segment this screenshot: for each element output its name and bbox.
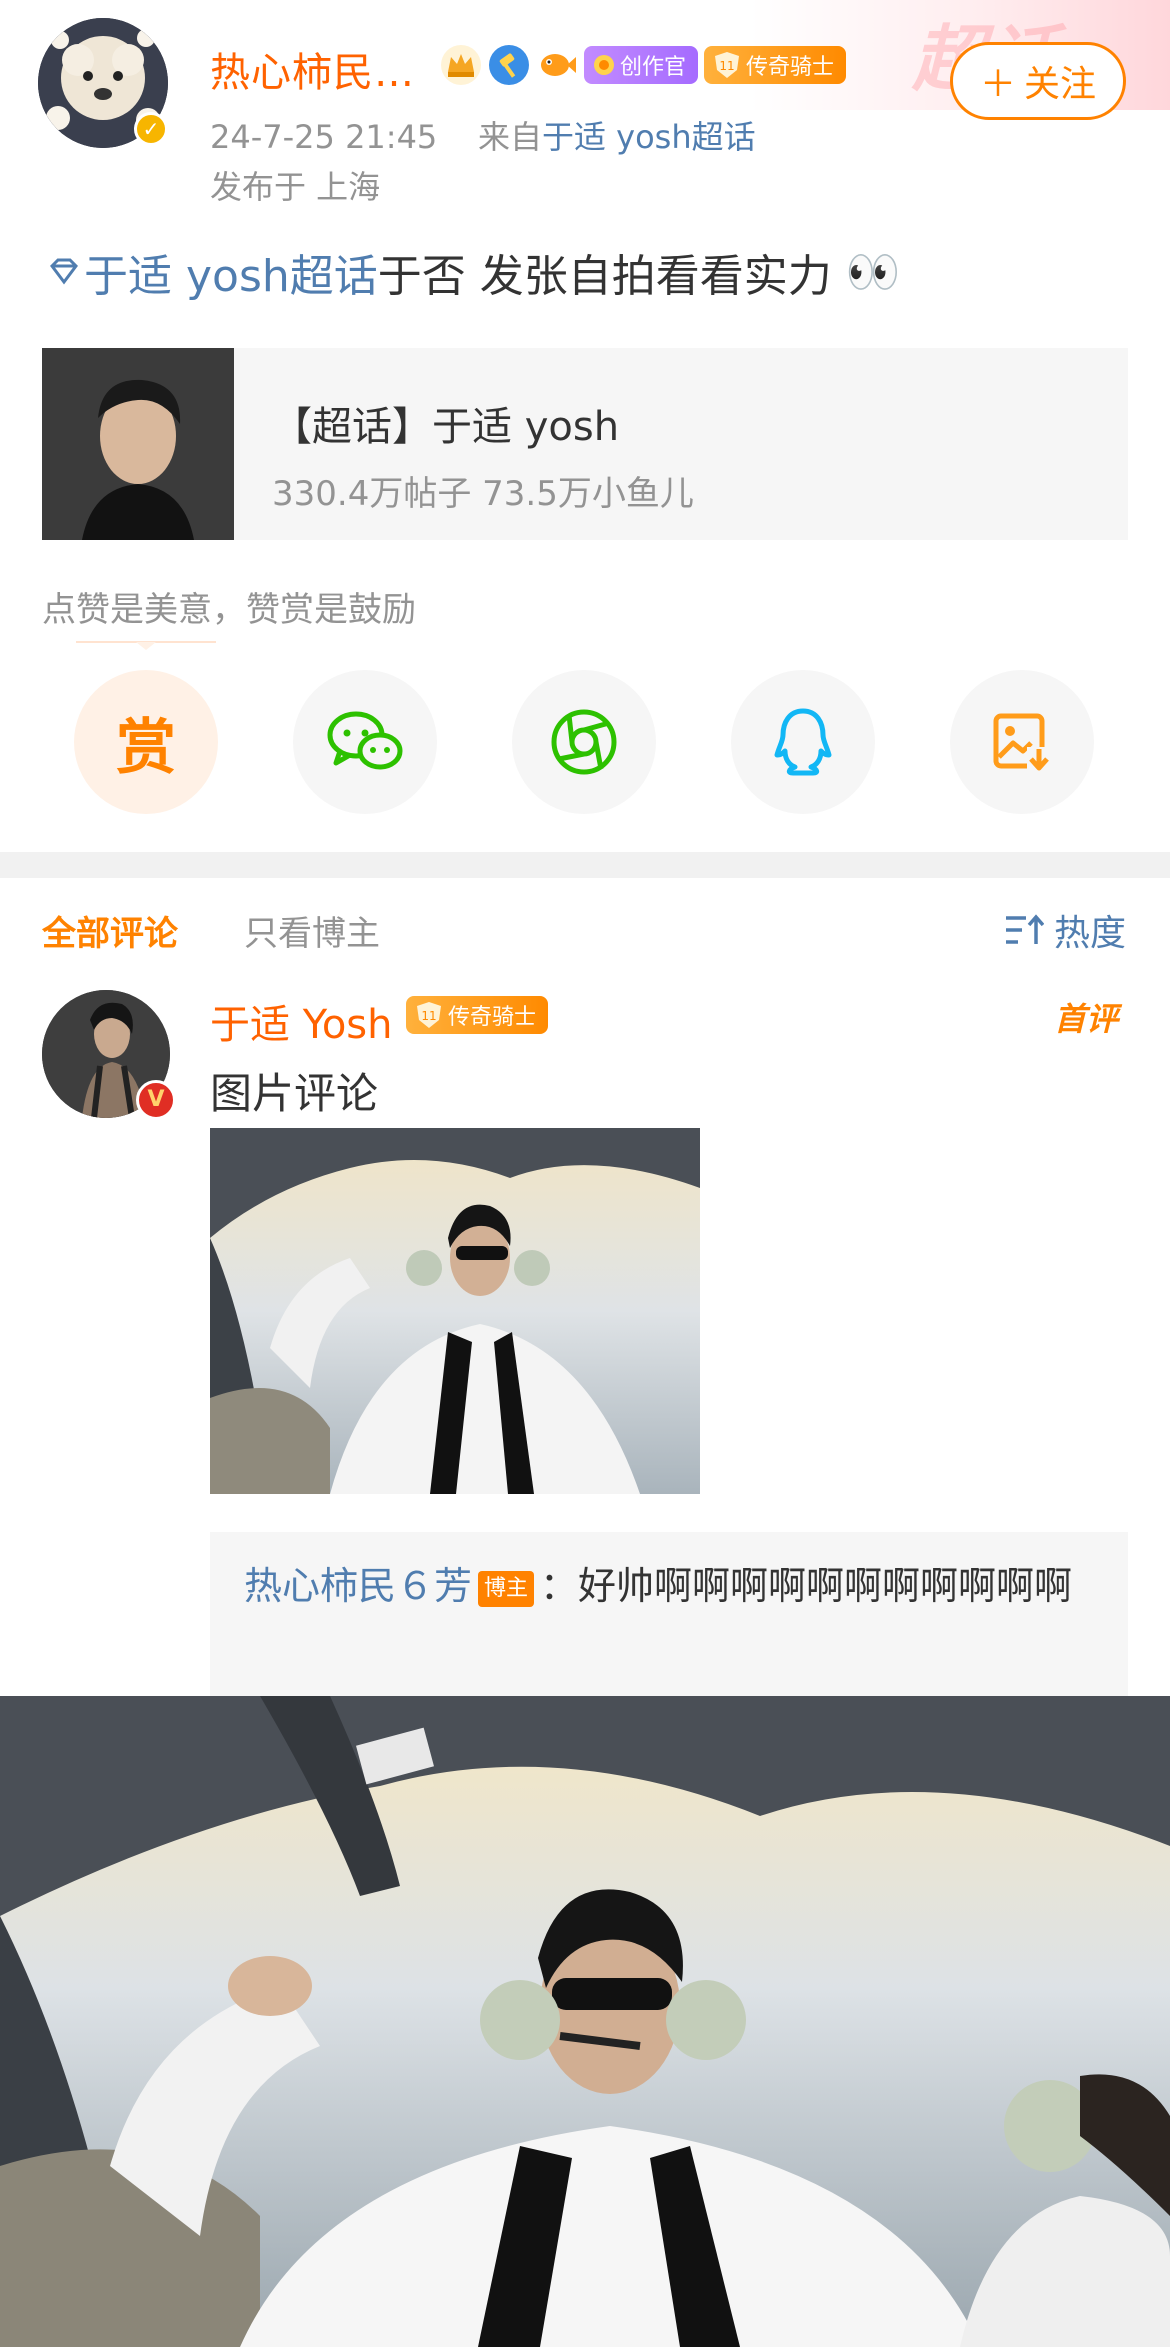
fish-icon[interactable] [536,44,578,86]
source-prefix: 来自 [477,118,542,156]
commenter-knight-badge[interactable]: 11 传奇骑士 [406,996,549,1034]
creator-badge[interactable]: 创作官 [584,46,699,84]
author-avatar[interactable]: ✓ [38,18,168,148]
wechat-icon [327,711,403,770]
post-timestamp: 24-7-25 21:45 [210,118,438,156]
supertopic-card[interactable]: 【超话】于适 yosh 330.4万帖子 73.5万小鱼儿 [42,348,1128,540]
creator-icon [594,55,614,75]
crown-icon[interactable] [440,44,482,86]
section-divider [0,852,1170,878]
tab-all-comments[interactable]: 全部评论 [42,906,178,955]
post-meta: 24-7-25 21:45 来自于适 yosh超话 [210,112,756,158]
blogger-reply[interactable]: 热心柿民６芳 博主 ：好帅啊啊啊啊啊啊啊啊啊啊啊 [210,1532,1128,1696]
author-name[interactable]: 热心柿民… [210,40,415,98]
share-row: 赏 [74,670,1094,814]
post-card: 超话 ✓ 热心柿民… [0,0,1170,852]
post-topic-link[interactable]: 于适 yosh超话 [84,240,378,304]
supertopic-title: 【超话】于适 yosh [272,404,620,450]
commenter-avatar[interactable]: V [42,990,176,1120]
follow-button[interactable]: ＋ 关注 [950,42,1126,120]
comment-tabs: 全部评论 只看博主 热度 [0,878,1170,980]
shield-icon: 11 [417,1002,441,1028]
reward-hint: 点赞是美意，赞赏是鼓励 [42,590,416,630]
share-qq-button[interactable] [731,670,875,814]
plus-icon: ＋ [979,64,1016,105]
hint-pointer [76,641,216,650]
comment-item: V 于适 Yosh 11 传奇骑士 首评 图片评论 热心柿民６芳 博主 ：好帅啊… [0,980,1170,1696]
qq-icon [774,708,832,776]
reply-author[interactable]: 热心柿民６芳 [244,1564,472,1608]
tab-blogger-only[interactable]: 只看博主 [244,906,380,955]
post-text: 于否 发张自拍看看实力 [377,251,832,302]
supertopic-stats: 330.4万帖子 73.5万小鱼儿 [272,474,694,514]
svg-text:11: 11 [719,59,734,73]
blogger-tag: 博主 [478,1570,535,1607]
author-badges: 创作官 11 传奇骑士 [440,40,847,90]
sort-label: 热度 [1053,913,1126,954]
first-comment-tag: 首评 [1053,1000,1118,1038]
reward-button[interactable]: 赏 [74,670,218,814]
commenter-name[interactable]: 于适 Yosh [210,992,393,1050]
sort-button[interactable]: 热度 [1004,904,1126,956]
red-verified-icon: V [136,1080,176,1120]
knight-badge-label: 传奇骑士 [746,55,835,80]
comment-photo[interactable] [210,1128,700,1494]
commenter-badge-label: 传奇骑士 [448,1005,537,1030]
hammer-icon[interactable] [488,44,530,86]
sort-icon [1005,914,1044,944]
knight-badge[interactable]: 11 传奇骑士 [704,46,847,84]
supertopic-info: 【超话】于适 yosh 330.4万帖子 73.5万小鱼儿 [234,348,694,540]
creator-badge-label: 创作官 [620,55,687,80]
reply-text: ：好帅啊啊啊啊啊啊啊啊啊啊啊 [540,1564,1073,1608]
follow-label: 关注 [1024,64,1097,105]
comment-text: 图片评论 [210,1069,379,1118]
save-image-button[interactable] [950,670,1094,814]
eyes-emoji: 👀 [845,247,901,298]
source-link[interactable]: 于适 yosh超话 [542,118,756,156]
verified-icon: ✓ [134,112,168,146]
supertopic-thumbnail [42,348,234,540]
post-body: 于适 yosh超话 于否 发张自拍看看实力 👀 [44,240,901,304]
post-location: 发布于 上海 [210,168,381,206]
share-moments-button[interactable] [512,670,656,814]
supertopic-diamond-icon [50,258,78,285]
svg-text:11: 11 [421,1009,436,1023]
share-wechat-button[interactable] [293,670,437,814]
enlarged-photo[interactable] [0,1696,1170,2347]
moments-icon [551,709,617,775]
save-image-icon [993,713,1051,771]
shield-icon: 11 [715,52,740,78]
reward-icon: 赏 [116,712,176,783]
